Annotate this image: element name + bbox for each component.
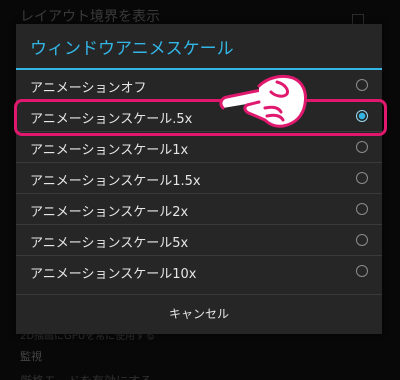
option-label: アニメーションスケール1.5x [30, 174, 201, 189]
option-scale-5x[interactable]: アニメーションスケール5x [16, 225, 382, 256]
option-scale-2x[interactable]: アニメーションスケール2x [16, 194, 382, 225]
option-label: アニメーションスケール1x [30, 143, 189, 158]
option-label: アニメーションスケール2x [30, 205, 189, 220]
cancel-label: キャンセル [168, 307, 229, 321]
radio-button-icon[interactable] [356, 172, 368, 184]
screen: レイアウト境界を表示 2D描画にGPUを常に使用する 監視 厳格モードを有効にす… [0, 0, 400, 380]
option-scale-1x[interactable]: アニメーションスケール1x [16, 132, 382, 163]
radio-button-icon[interactable] [356, 265, 368, 277]
option-label: アニメーションオフ [30, 81, 147, 96]
option-label: アニメーションスケール10x [30, 267, 197, 282]
radio-button-icon[interactable] [356, 79, 368, 91]
selection-highlight-frame [14, 99, 387, 136]
pointing-hand-icon [219, 74, 307, 128]
option-scale-1-5x[interactable]: アニメーションスケール1.5x [16, 163, 382, 194]
radio-button-icon[interactable] [356, 203, 368, 215]
cancel-button[interactable]: キャンセル [16, 294, 382, 334]
radio-button-icon[interactable] [356, 234, 368, 246]
option-label: アニメーションスケール5x [30, 236, 189, 251]
option-animation-off[interactable]: アニメーションオフ [16, 70, 382, 101]
radio-button-icon[interactable] [356, 141, 368, 153]
dialog-title: ウィンドウアニメスケール [30, 39, 234, 59]
animation-scale-dialog: ウィンドウアニメスケール アニメーションオフ アニメーションスケール.5x アニ… [16, 24, 382, 334]
option-scale-10x[interactable]: アニメーションスケール10x [16, 256, 382, 287]
